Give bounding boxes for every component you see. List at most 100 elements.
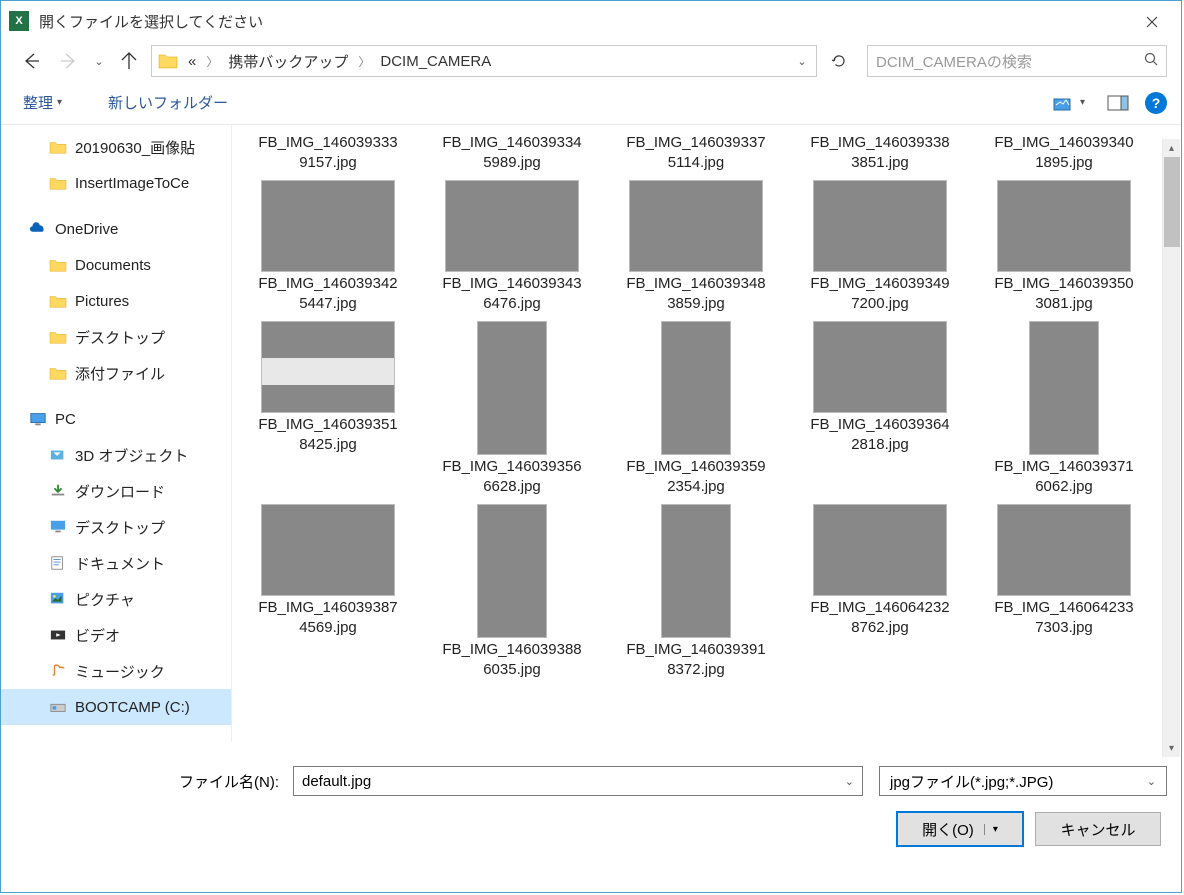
file-item[interactable]: FB_IMG_1460393518425.jpg (248, 321, 408, 496)
file-name: FB_IMG_1460393503081.jpg (984, 274, 1144, 313)
file-type-filter[interactable]: jpgファイル(*.jpg;*.JPG) ⌄ (879, 766, 1167, 796)
thumbnail-view-icon (1053, 95, 1077, 111)
sidebar-item[interactable]: BOOTCAMP (C:) (1, 689, 231, 725)
help-button[interactable]: ? (1145, 92, 1167, 114)
file-name: FB_IMG_1460393436476.jpg (432, 274, 592, 313)
chevron-down-icon[interactable]: ⌄ (845, 775, 854, 788)
file-name: FB_IMG_1460393497200.jpg (800, 274, 960, 313)
search-input[interactable]: DCIM_CAMERAの検索 (867, 45, 1167, 77)
sidebar-item[interactable]: ダウンロード (1, 473, 231, 509)
file-item[interactable]: FB_IMG_1460393436476.jpg (432, 180, 592, 313)
thumbnail-image (477, 321, 547, 455)
organize-menu[interactable]: 整理▾ (15, 88, 70, 117)
file-name: FB_IMG_1460393345989.jpg (432, 133, 592, 172)
file-item[interactable]: FB_IMG_1460393592354.jpg (616, 321, 776, 496)
arrow-left-icon (22, 52, 40, 70)
thumbnail-image (813, 321, 947, 413)
view-mode-button[interactable]: ▾ (1047, 89, 1091, 117)
window-title: 開くファイルを選択してください (39, 11, 1173, 32)
sidebar-item[interactable]: ドキュメント (1, 545, 231, 581)
chevron-down-icon[interactable]: ⌄ (1147, 775, 1156, 788)
sidebar-item[interactable]: 20190630_画像貼 (1, 129, 231, 165)
sidebar-item[interactable]: ミュージック (1, 653, 231, 689)
toolbar: 整理▾ 新しいフォルダー ▾ ? (1, 81, 1181, 125)
sidebar-item[interactable]: InsertImageToCe (1, 165, 231, 201)
new-folder-button[interactable]: 新しいフォルダー (100, 88, 236, 117)
sidebar-item[interactable]: 3D オブジェクト (1, 437, 231, 473)
file-name: FB_IMG_1460393425447.jpg (248, 274, 408, 313)
file-name: FB_IMG_1460393642818.jpg (800, 415, 960, 454)
up-button[interactable] (113, 45, 145, 77)
file-item[interactable]: FB_IMG_1460393375114.jpg (616, 133, 776, 172)
file-item[interactable]: FB_IMG_1460642328762.jpg (800, 504, 960, 679)
search-icon (1144, 52, 1158, 70)
file-name: FB_IMG_1460393518425.jpg (248, 415, 408, 454)
file-name: FB_IMG_1460393716062.jpg (984, 457, 1144, 496)
file-item[interactable]: FB_IMG_1460393425447.jpg (248, 180, 408, 313)
breadcrumb-part-0[interactable]: 携帯バックアップ (228, 51, 348, 72)
file-item[interactable]: FB_IMG_1460393383851.jpg (800, 133, 960, 172)
forward-button[interactable] (53, 45, 85, 77)
file-item[interactable]: FB_IMG_1460393339157.jpg (248, 133, 408, 172)
file-item[interactable]: FB_IMG_1460393503081.jpg (984, 180, 1144, 313)
sidebar-pc[interactable]: PC (1, 401, 231, 437)
thumbnail-image (661, 504, 731, 638)
sidebar-item[interactable]: ピクチャ (1, 581, 231, 617)
sidebar-onedrive[interactable]: OneDrive (1, 211, 231, 247)
breadcrumb-part-1[interactable]: DCIM_CAMERA (380, 53, 491, 70)
file-name: FB_IMG_1460393874569.jpg (248, 598, 408, 637)
scroll-up-icon[interactable]: ▴ (1163, 139, 1180, 157)
thumbnail-image (997, 504, 1131, 596)
sidebar-item[interactable]: 添付ファイル (1, 355, 231, 391)
sidebar-item[interactable]: ビデオ (1, 617, 231, 653)
scroll-thumb[interactable] (1164, 157, 1180, 247)
scroll-down-icon[interactable]: ▾ (1163, 739, 1180, 757)
file-name: FB_IMG_1460393339157.jpg (248, 133, 408, 172)
file-item[interactable]: FB_IMG_1460393886035.jpg (432, 504, 592, 679)
thumbnail-image (997, 180, 1131, 272)
file-item[interactable]: FB_IMG_1460393345989.jpg (432, 133, 592, 172)
breadcrumb[interactable]: « 〉 携帯バックアップ 〉 DCIM_CAMERA ⌄ (151, 45, 817, 77)
bottom-panel: ファイル名(N): default.jpg ⌄ jpgファイル(*.jpg;*.… (1, 742, 1181, 856)
preview-pane-button[interactable] (1101, 89, 1135, 117)
sidebar-item[interactable]: デスクトップ (1, 509, 231, 545)
recent-dropdown[interactable]: ⌄ (91, 55, 107, 68)
file-item[interactable]: FB_IMG_1460393401895.jpg (984, 133, 1144, 172)
sidebar-item[interactable]: デスクトップ (1, 319, 231, 355)
file-item[interactable]: FB_IMG_1460393497200.jpg (800, 180, 960, 313)
arrow-up-icon (120, 52, 138, 70)
chevron-right-icon: 〉 (348, 53, 380, 70)
filename-input[interactable]: default.jpg ⌄ (293, 766, 863, 796)
open-button[interactable]: 開く(O)▾ (897, 812, 1023, 846)
breadcrumb-dropdown[interactable]: ⌄ (794, 55, 810, 68)
search-placeholder: DCIM_CAMERAの検索 (876, 51, 1032, 72)
thumbnail-image (661, 321, 731, 455)
file-item[interactable]: FB_IMG_1460393874569.jpg (248, 504, 408, 679)
file-item[interactable]: FB_IMG_1460642337303.jpg (984, 504, 1144, 679)
file-name: FB_IMG_1460393483859.jpg (616, 274, 776, 313)
file-name: FB_IMG_1460642337303.jpg (984, 598, 1144, 637)
nav-row: ⌄ « 〉 携帯バックアップ 〉 DCIM_CAMERA ⌄ DCIM_CAME… (1, 41, 1181, 81)
file-item[interactable]: FB_IMG_1460393918372.jpg (616, 504, 776, 679)
file-name: FB_IMG_1460393401895.jpg (984, 133, 1144, 172)
scrollbar[interactable]: ▴ ▾ (1162, 139, 1180, 757)
thumbnail-image (629, 180, 763, 272)
refresh-button[interactable] (823, 45, 855, 77)
file-name: FB_IMG_1460393592354.jpg (616, 457, 776, 496)
file-item[interactable]: FB_IMG_1460393483859.jpg (616, 180, 776, 313)
refresh-icon (831, 53, 847, 69)
back-button[interactable] (15, 45, 47, 77)
file-item[interactable]: FB_IMG_1460393642818.jpg (800, 321, 960, 496)
arrow-right-icon (60, 52, 78, 70)
sidebar-item[interactable]: Pictures (1, 283, 231, 319)
close-button[interactable] (1129, 7, 1175, 37)
sidebar: 20190630_画像貼InsertImageToCe OneDriveDocum… (1, 125, 231, 742)
file-item[interactable]: FB_IMG_1460393566628.jpg (432, 321, 592, 496)
close-icon (1146, 16, 1158, 28)
thumbnail-image (445, 180, 579, 272)
thumbnail-image (813, 504, 947, 596)
file-name: FB_IMG_1460393383851.jpg (800, 133, 960, 172)
file-item[interactable]: FB_IMG_1460393716062.jpg (984, 321, 1144, 496)
sidebar-item[interactable]: Documents (1, 247, 231, 283)
cancel-button[interactable]: キャンセル (1035, 812, 1161, 846)
